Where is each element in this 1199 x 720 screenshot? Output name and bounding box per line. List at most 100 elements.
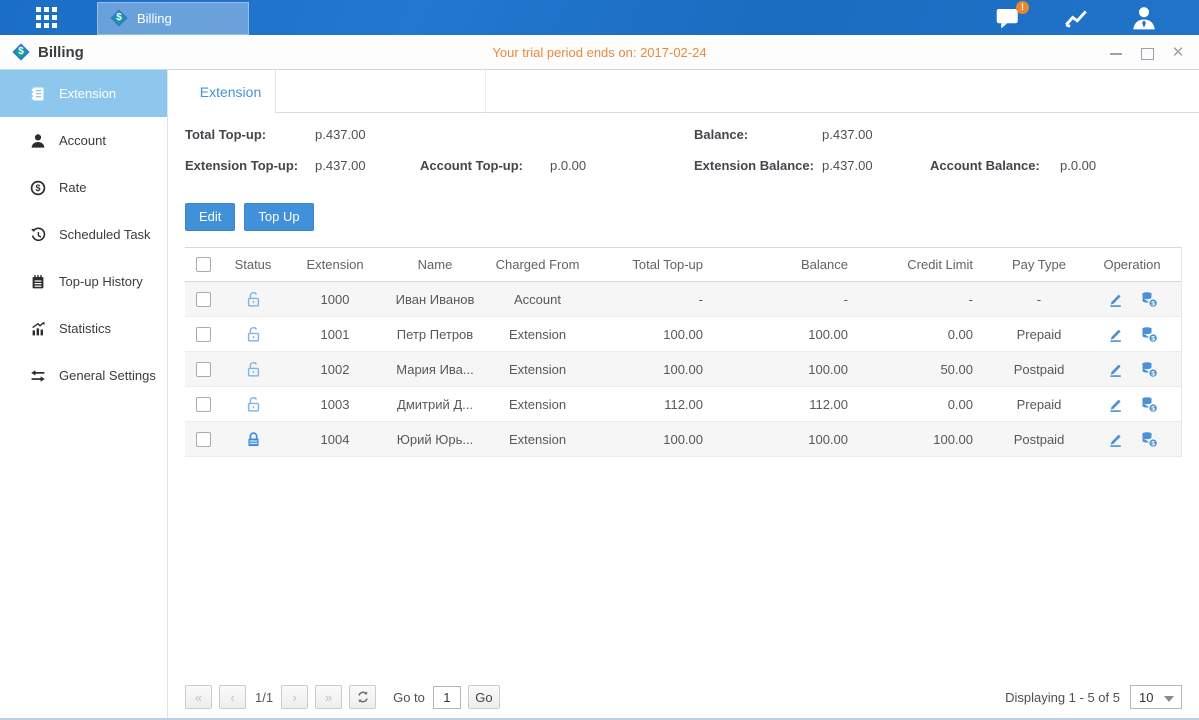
row-topup-icon[interactable]: $ [1140, 361, 1158, 378]
status-lock-icon [245, 325, 262, 340]
table-row[interactable]: 1003 Дмитрий Д... Extension 112.00 112.0… [185, 387, 1181, 422]
col-header-balance: Balance [725, 257, 870, 272]
sidebar-item-label: Scheduled Task [59, 227, 151, 242]
reports-chart-icon[interactable] [1061, 5, 1091, 31]
col-header-extension: Extension [285, 257, 385, 272]
tab-strip-rest [486, 70, 1199, 113]
table-header-row: Status Extension Name Charged From Total… [185, 248, 1181, 282]
notifications-icon[interactable]: ! [993, 5, 1023, 31]
cell-credit-limit: 50.00 [870, 362, 995, 377]
window-title-bar: $ Billing Your trial period ends on: 201… [0, 35, 1199, 70]
col-header-operation: Operation [1083, 257, 1181, 272]
page-size-select[interactable]: 10 [1130, 685, 1182, 709]
cell-name: Мария Ива... [385, 362, 485, 377]
balance-label: Balance: [694, 127, 748, 142]
tab-strip: Extension [168, 70, 1199, 113]
row-topup-icon[interactable]: $ [1140, 291, 1158, 308]
cell-name: Дмитрий Д... [385, 397, 485, 412]
cell-total-topup: - [590, 292, 725, 307]
cell-pay-type: Postpaid [995, 432, 1083, 447]
cell-pay-type: - [995, 292, 1083, 307]
cell-extension: 1001 [285, 327, 385, 342]
close-button[interactable]: ✕ [1171, 46, 1185, 60]
go-button[interactable]: Go [468, 685, 500, 709]
next-page-button[interactable]: › [281, 685, 308, 709]
col-header-pay-type: Pay Type [995, 257, 1083, 272]
maximize-button[interactable] [1140, 46, 1154, 60]
sidebar-item-statistics[interactable]: Statistics [0, 305, 167, 352]
svg-text:$: $ [1151, 440, 1155, 447]
extension-balance-label: Extension Balance: [694, 158, 814, 173]
cell-charged-from: Extension [485, 327, 590, 342]
cell-pay-type: Prepaid [995, 327, 1083, 342]
svg-text:$: $ [1151, 300, 1155, 307]
row-topup-icon[interactable]: $ [1140, 326, 1158, 343]
trial-notice: Your trial period ends on: 2017-02-24 [0, 45, 1199, 60]
minimize-button[interactable] [1109, 46, 1123, 60]
cell-extension: 1004 [285, 432, 385, 447]
row-edit-icon[interactable] [1107, 291, 1124, 308]
row-checkbox[interactable] [196, 327, 211, 342]
edit-button[interactable]: Edit [185, 203, 235, 231]
refresh-button[interactable] [349, 685, 376, 709]
table-row[interactable]: 1004 Юрий Юрь... Extension 100.00 100.00… [185, 422, 1181, 457]
select-all-checkbox[interactable] [196, 257, 211, 272]
cell-extension: 1003 [285, 397, 385, 412]
table-row[interactable]: 1001 Петр Петров Extension 100.00 100.00… [185, 317, 1181, 352]
row-edit-icon[interactable] [1107, 361, 1124, 378]
sidebar-item-extension[interactable]: Extension [0, 70, 167, 117]
row-checkbox[interactable] [196, 292, 211, 307]
sidebar-item-label: General Settings [59, 368, 156, 383]
tab-extension[interactable]: Extension [186, 70, 276, 113]
table-row[interactable]: 1002 Мария Ива... Extension 100.00 100.0… [185, 352, 1181, 387]
cell-balance: 100.00 [725, 362, 870, 377]
row-checkbox[interactable] [196, 397, 211, 412]
sidebar-item-general-settings[interactable]: General Settings [0, 352, 167, 399]
goto-page-input[interactable] [433, 686, 461, 709]
col-header-total-topup: Total Top-up [590, 257, 725, 272]
row-topup-icon[interactable]: $ [1140, 396, 1158, 413]
first-page-button[interactable]: « [185, 685, 212, 709]
col-header-charged-from: Charged From [485, 257, 590, 272]
row-edit-icon[interactable] [1107, 431, 1124, 448]
dollar-circle-icon: $ [30, 180, 46, 196]
row-checkbox[interactable] [196, 432, 211, 447]
cell-credit-limit: 100.00 [870, 432, 995, 447]
svg-text:$: $ [1151, 370, 1155, 377]
sidebar-item-scheduled-task[interactable]: Scheduled Task [0, 211, 167, 258]
extension-balance-value: p.437.00 [822, 158, 873, 173]
main-content: Extension Total Top-up: p.437.00 Balance… [168, 70, 1199, 718]
page-indicator: 1/1 [255, 690, 273, 705]
cell-balance: 100.00 [725, 432, 870, 447]
cell-total-topup: 100.00 [590, 432, 725, 447]
notebook-icon [30, 274, 46, 290]
top-app-bar: $ Billing ! [0, 0, 1199, 35]
prev-page-button[interactable]: ‹ [219, 685, 246, 709]
account-balance-label: Account Balance: [930, 158, 1040, 173]
window-title: Billing [38, 44, 84, 61]
user-account-icon[interactable] [1129, 5, 1159, 31]
topup-button[interactable]: Top Up [244, 203, 313, 231]
row-topup-icon[interactable]: $ [1140, 431, 1158, 448]
billing-app-tab[interactable]: $ Billing [97, 2, 249, 35]
cell-total-topup: 100.00 [590, 362, 725, 377]
svg-text:$: $ [35, 183, 40, 193]
table-row[interactable]: 1000 Иван Иванов Account - - - - [185, 282, 1181, 317]
row-edit-icon[interactable] [1107, 396, 1124, 413]
row-edit-icon[interactable] [1107, 326, 1124, 343]
ledger-icon [30, 86, 46, 102]
extension-topup-value: p.437.00 [315, 158, 366, 173]
billing-diamond-icon: $ [110, 9, 128, 27]
last-page-button[interactable]: » [315, 685, 342, 709]
cell-charged-from: Extension [485, 432, 590, 447]
row-checkbox[interactable] [196, 362, 211, 377]
cell-name: Юрий Юрь... [385, 432, 485, 447]
sidebar-item-account[interactable]: Account [0, 117, 167, 164]
sidebar-item-topup-history[interactable]: Top-up History [0, 258, 167, 305]
app-grid-icon[interactable] [36, 7, 57, 28]
cell-name: Петр Петров [385, 327, 485, 342]
total-topup-label: Total Top-up: [185, 127, 266, 142]
sidebar-item-rate[interactable]: $ Rate [0, 164, 167, 211]
stats-chart-icon [30, 321, 46, 337]
extensions-table: Status Extension Name Charged From Total… [185, 247, 1182, 457]
